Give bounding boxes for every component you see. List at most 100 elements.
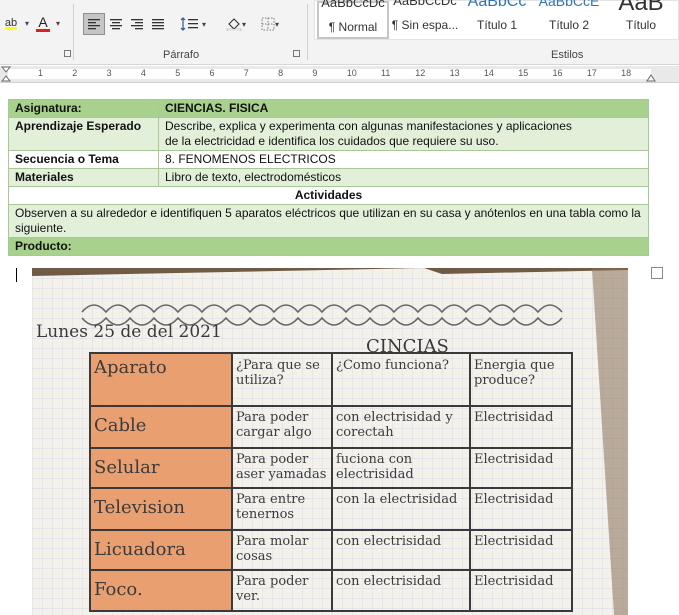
table-row: Actividades xyxy=(8,186,649,205)
borders-dropdown-icon: ▾ xyxy=(274,19,279,29)
ruler-number: 17 xyxy=(586,68,597,78)
ribbon-separator xyxy=(307,4,308,60)
style-name: ¶ Sin espa... xyxy=(391,18,459,32)
ruler-number: 4 xyxy=(140,68,146,78)
paint-bucket-icon xyxy=(226,18,242,31)
align-center-button[interactable] xyxy=(106,13,126,35)
materiales-value: Libro de texto, electrodomésticos xyxy=(158,168,649,187)
styles-gallery: AaBbCcDc ¶ Normal AaBbCcDc ¶ Sin espa...… xyxy=(314,0,679,40)
ruler-number: 18 xyxy=(621,68,632,78)
ruler-number: 6 xyxy=(209,68,215,78)
font-dialog-launcher[interactable] xyxy=(64,50,71,57)
table-row: Asignatura: CIENCIAS. FISICA xyxy=(8,99,649,118)
highlight-icon: ab xyxy=(4,16,18,30)
text-cursor xyxy=(16,268,17,282)
ruler-number: 3 xyxy=(106,68,112,78)
handwritten-header: Energia que produce? xyxy=(474,358,555,388)
handwritten-cell: Para poder cargar algo xyxy=(236,410,312,440)
secuencia-label: Secuencia o Tema xyxy=(8,150,159,169)
handwritten-cell: con la electrisidad xyxy=(336,492,458,507)
line-spacing-dropdown-icon: ▾ xyxy=(201,19,206,29)
handwritten-header: ¿Para que se utiliza? xyxy=(236,358,320,388)
ruler-number: 7 xyxy=(243,68,249,78)
ruler-number: 2 xyxy=(72,68,78,78)
style-name: Título 1 xyxy=(476,18,518,32)
asignatura-label: Asignatura: xyxy=(8,99,159,118)
handwritten-cell: Electrisidad xyxy=(474,410,554,425)
shading-button[interactable]: ▾ xyxy=(222,13,250,35)
align-left-button[interactable] xyxy=(83,13,105,35)
ruler-number: 1 xyxy=(38,68,44,78)
table-row: Observen a su alrededor e identifiquen 5… xyxy=(8,204,649,238)
ruler-number: 12 xyxy=(415,68,426,78)
aprendizaje-label: Aprendizaje Esperado xyxy=(8,117,159,151)
table-row: Producto: xyxy=(8,237,649,256)
paragraph-dialog-launcher[interactable] xyxy=(293,50,300,57)
actividades-label: Actividades xyxy=(8,186,649,205)
styles-group-label: Estilos xyxy=(551,49,584,61)
align-left-icon xyxy=(88,19,100,30)
font-color-label: A xyxy=(38,13,48,30)
style-heading-1[interactable]: AaBbCc Título 1 xyxy=(461,0,533,43)
style-name: Título 2 xyxy=(548,18,590,32)
highlight-color-button[interactable]: ab xyxy=(0,12,22,34)
line-spacing-button[interactable]: ▾ xyxy=(178,13,208,35)
style-name: Título xyxy=(625,18,656,32)
handwritten-cell: con electrisidad y corectah xyxy=(336,410,453,440)
horizontal-ruler[interactable]: 1 2 3 4 5 6 7 8 9 10 11 12 13 14 15 16 17 18 xyxy=(0,66,679,83)
handwritten-cell: fuciona con electrisidad xyxy=(336,452,414,482)
borders-icon xyxy=(261,17,275,31)
ruler-number: 13 xyxy=(449,68,460,78)
style-title[interactable]: AaB Título xyxy=(605,0,677,43)
right-indent-marker-icon[interactable] xyxy=(646,74,656,82)
notebook-title: CINCIAS xyxy=(366,336,449,357)
lesson-table: Asignatura: CIENCIAS. FISICA Aprendizaje… xyxy=(8,99,649,256)
paragraph-group-label: Párrafo xyxy=(163,49,200,61)
materiales-label: Materiales xyxy=(8,168,159,187)
font-color-dropdown[interactable]: ▾ xyxy=(53,12,63,34)
shading-dropdown-icon: ▾ xyxy=(241,19,246,29)
ruler-number: 8 xyxy=(278,68,284,78)
style-normal[interactable]: AaBbCcDc ¶ Normal xyxy=(317,0,389,39)
justify-button[interactable] xyxy=(148,13,168,35)
handwritten-cell: Selular xyxy=(94,458,160,478)
handwritten-cell: Foco. xyxy=(94,580,143,600)
style-no-spacing[interactable]: AaBbCcDc ¶ Sin espa... xyxy=(389,0,461,43)
indent-marker-icon[interactable] xyxy=(1,66,11,82)
aprendizaje-line-2: de la electricidad e identifica los cuid… xyxy=(165,134,499,148)
justify-icon xyxy=(152,19,164,30)
ruler-number: 9 xyxy=(312,68,318,78)
line-spacing-icon xyxy=(180,17,198,31)
ruler-number: 14 xyxy=(483,68,494,78)
ruler-number: 15 xyxy=(518,68,529,78)
handwritten-cell: Cable xyxy=(94,416,147,436)
handwritten-header: ¿Como funciona? xyxy=(336,358,449,373)
asignatura-value: CIENCIAS. FISICA xyxy=(158,99,649,118)
handwritten-cell: Electrisidad xyxy=(474,534,554,549)
align-right-icon xyxy=(131,19,143,30)
handwritten-cell: con electrisidad xyxy=(336,534,442,549)
document-page[interactable]: Asignatura: CIENCIAS. FISICA Aprendizaje… xyxy=(0,83,679,615)
notebook-photo[interactable]: Lunes 25 de del 2021 CINCIAS Aparato ¿Par… xyxy=(32,268,628,615)
borders-button[interactable]: ▾ xyxy=(255,13,285,35)
table-row: Secuencia o Tema 8. FENOMENOS ELECTRICOS xyxy=(8,150,649,169)
ribbon: ab ▾ A ▾ ▾ ▾ ▾ Párrafo AaBbCcDc ¶ Normal… xyxy=(0,0,679,65)
style-heading-2[interactable]: AaBbCcE Título 2 xyxy=(533,0,605,43)
style-name: ¶ Normal xyxy=(328,20,378,34)
image-anchor-handle[interactable] xyxy=(651,267,663,279)
ruler-number: 5 xyxy=(175,68,181,78)
ruler-number: 11 xyxy=(381,68,391,78)
handwritten-cell: con electrisidad xyxy=(336,574,442,589)
font-color-button[interactable]: A xyxy=(34,12,52,34)
handwritten-cell: Para poder aser yamadas xyxy=(236,452,327,482)
align-center-icon xyxy=(110,19,122,30)
handwritten-header: Aparato xyxy=(94,358,167,378)
handwritten-cell: Para entre tenernos xyxy=(236,492,306,522)
producto-label: Producto: xyxy=(8,237,649,256)
table-row: Materiales Libro de texto, electrodomést… xyxy=(8,168,649,187)
align-right-button[interactable] xyxy=(127,13,147,35)
actividades-text: Observen a su alrededor e identifiquen 5… xyxy=(8,204,649,238)
table-row: Aprendizaje Esperado Describe, explica y… xyxy=(8,117,649,151)
highlight-dropdown[interactable]: ▾ xyxy=(22,12,32,34)
ribbon-separator xyxy=(73,4,74,60)
